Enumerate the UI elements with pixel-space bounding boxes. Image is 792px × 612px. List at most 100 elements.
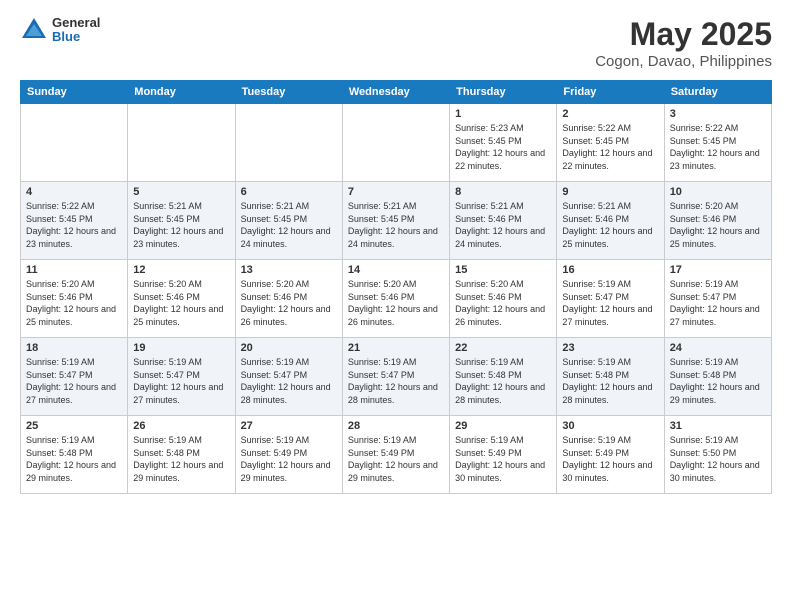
- table-row: 30Sunrise: 5:19 AM Sunset: 5:49 PM Dayli…: [557, 416, 664, 494]
- table-row: 15Sunrise: 5:20 AM Sunset: 5:46 PM Dayli…: [450, 260, 557, 338]
- day-info: Sunrise: 5:19 AM Sunset: 5:48 PM Dayligh…: [133, 434, 229, 484]
- table-row: 26 Sunrise: 5:19 AM Sunset: 5:48 PM Dayli…: [128, 416, 235, 494]
- day-info: Sunrise: 5:23 AM Sunset: 5:45 PM Dayligh…: [455, 122, 551, 172]
- day-number: 25: [26, 420, 122, 432]
- day-number: 11: [26, 264, 122, 276]
- table-row: 29Sunrise: 5:19 AM Sunset: 5:49 PM Dayli…: [450, 416, 557, 494]
- day-info: Sunrise: 5:19 AM Sunset: 5:49 PM Dayligh…: [241, 434, 337, 484]
- logo-text: General Blue: [52, 16, 100, 45]
- table-row: 1 Sunrise: 5:23 AM Sunset: 5:45 PM Daylig…: [450, 104, 557, 182]
- day-number: 18: [26, 342, 122, 354]
- day-number: 15: [455, 264, 551, 276]
- day-number: 4: [26, 186, 122, 198]
- day-info: Sunrise: 5:19 AM Sunset: 5:47 PM Dayligh…: [241, 356, 337, 406]
- table-row: 21 Sunrise: 5:19 AM Sunset: 5:47 PM Dayli…: [342, 338, 449, 416]
- table-row: 6 Sunrise: 5:21 AM Sunset: 5:45 PM Daylig…: [235, 182, 342, 260]
- col-sunday: Sunday: [21, 81, 128, 104]
- day-info: Sunrise: 5:19 AM Sunset: 5:47 PM Dayligh…: [348, 356, 444, 406]
- day-info: Sunrise: 5:21 AM Sunset: 5:46 PM Dayligh…: [455, 200, 551, 250]
- day-info: Sunrise: 5:19 AM Sunset: 5:48 PM Dayligh…: [562, 356, 658, 406]
- day-number: 1: [455, 108, 551, 120]
- day-info: Sunrise: 5:21 AM Sunset: 5:45 PM Dayligh…: [241, 200, 337, 250]
- day-number: 29: [455, 420, 551, 432]
- day-info: Sunrise: 5:19 AM Sunset: 5:48 PM Dayligh…: [670, 356, 766, 406]
- day-number: 13: [241, 264, 337, 276]
- day-info: Sunrise: 5:19 AM Sunset: 5:49 PM Dayligh…: [562, 434, 658, 484]
- calendar-week-1: 1 Sunrise: 5:23 AM Sunset: 5:45 PM Daylig…: [21, 104, 772, 182]
- table-row: 9 Sunrise: 5:21 AM Sunset: 5:46 PM Daylig…: [557, 182, 664, 260]
- day-info: Sunrise: 5:19 AM Sunset: 5:47 PM Dayligh…: [26, 356, 122, 406]
- table-row: 18 Sunrise: 5:19 AM Sunset: 5:47 PM Dayli…: [21, 338, 128, 416]
- main-title: May 2025: [595, 16, 772, 53]
- table-row: [21, 104, 128, 182]
- day-number: 5: [133, 186, 229, 198]
- day-number: 6: [241, 186, 337, 198]
- day-number: 10: [670, 186, 766, 198]
- table-row: 24 Sunrise: 5:19 AM Sunset: 5:48 PM Dayli…: [664, 338, 771, 416]
- table-row: 5 Sunrise: 5:21 AM Sunset: 5:45 PM Daylig…: [128, 182, 235, 260]
- table-row: 19 Sunrise: 5:19 AM Sunset: 5:47 PM Dayli…: [128, 338, 235, 416]
- table-row: 11 Sunrise: 5:20 AM Sunset: 5:46 PM Dayli…: [21, 260, 128, 338]
- table-row: 14Sunrise: 5:20 AM Sunset: 5:46 PM Dayli…: [342, 260, 449, 338]
- table-row: [342, 104, 449, 182]
- day-info: Sunrise: 5:20 AM Sunset: 5:46 PM Dayligh…: [26, 278, 122, 328]
- day-info: Sunrise: 5:21 AM Sunset: 5:45 PM Dayligh…: [348, 200, 444, 250]
- table-row: 31Sunrise: 5:19 AM Sunset: 5:50 PM Dayli…: [664, 416, 771, 494]
- page: General Blue May 2025 Cogon, Davao, Phil…: [0, 0, 792, 612]
- calendar-week-3: 11 Sunrise: 5:20 AM Sunset: 5:46 PM Dayli…: [21, 260, 772, 338]
- day-number: 9: [562, 186, 658, 198]
- day-number: 7: [348, 186, 444, 198]
- day-number: 2: [562, 108, 658, 120]
- day-number: 26: [133, 420, 229, 432]
- table-row: 25 Sunrise: 5:19 AM Sunset: 5:48 PM Dayli…: [21, 416, 128, 494]
- day-number: 19: [133, 342, 229, 354]
- table-row: 3 Sunrise: 5:22 AM Sunset: 5:45 PM Daylig…: [664, 104, 771, 182]
- day-info: Sunrise: 5:22 AM Sunset: 5:45 PM Dayligh…: [562, 122, 658, 172]
- logo: General Blue: [20, 16, 100, 45]
- table-row: 17Sunrise: 5:19 AM Sunset: 5:47 PM Dayli…: [664, 260, 771, 338]
- table-row: 20 Sunrise: 5:19 AM Sunset: 5:47 PM Dayli…: [235, 338, 342, 416]
- day-info: Sunrise: 5:22 AM Sunset: 5:45 PM Dayligh…: [26, 200, 122, 250]
- logo-icon: [20, 16, 48, 44]
- day-number: 23: [562, 342, 658, 354]
- table-row: [128, 104, 235, 182]
- table-row: 7 Sunrise: 5:21 AM Sunset: 5:45 PM Daylig…: [342, 182, 449, 260]
- calendar-week-4: 18 Sunrise: 5:19 AM Sunset: 5:47 PM Dayli…: [21, 338, 772, 416]
- col-friday: Friday: [557, 81, 664, 104]
- day-number: 8: [455, 186, 551, 198]
- table-row: 10 Sunrise: 5:20 AM Sunset: 5:46 PM Dayli…: [664, 182, 771, 260]
- day-info: Sunrise: 5:20 AM Sunset: 5:46 PM Dayligh…: [133, 278, 229, 328]
- day-number: 31: [670, 420, 766, 432]
- col-thursday: Thursday: [450, 81, 557, 104]
- table-row: 4 Sunrise: 5:22 AM Sunset: 5:45 PM Daylig…: [21, 182, 128, 260]
- day-number: 24: [670, 342, 766, 354]
- day-info: Sunrise: 5:21 AM Sunset: 5:45 PM Dayligh…: [133, 200, 229, 250]
- col-wednesday: Wednesday: [342, 81, 449, 104]
- day-number: 14: [348, 264, 444, 276]
- table-row: 27Sunrise: 5:19 AM Sunset: 5:49 PM Dayli…: [235, 416, 342, 494]
- day-number: 3: [670, 108, 766, 120]
- day-info: Sunrise: 5:21 AM Sunset: 5:46 PM Dayligh…: [562, 200, 658, 250]
- day-number: 16: [562, 264, 658, 276]
- day-info: Sunrise: 5:19 AM Sunset: 5:48 PM Dayligh…: [26, 434, 122, 484]
- table-row: [235, 104, 342, 182]
- calendar-header-row: Sunday Monday Tuesday Wednesday Thursday…: [21, 81, 772, 104]
- subtitle: Cogon, Davao, Philippines: [595, 53, 772, 70]
- day-number: 21: [348, 342, 444, 354]
- day-info: Sunrise: 5:20 AM Sunset: 5:46 PM Dayligh…: [670, 200, 766, 250]
- day-info: Sunrise: 5:19 AM Sunset: 5:47 PM Dayligh…: [133, 356, 229, 406]
- day-number: 20: [241, 342, 337, 354]
- calendar-week-5: 25 Sunrise: 5:19 AM Sunset: 5:48 PM Dayli…: [21, 416, 772, 494]
- table-row: 2 Sunrise: 5:22 AM Sunset: 5:45 PM Daylig…: [557, 104, 664, 182]
- day-info: Sunrise: 5:19 AM Sunset: 5:49 PM Dayligh…: [348, 434, 444, 484]
- title-section: May 2025 Cogon, Davao, Philippines: [595, 16, 772, 70]
- calendar-table: Sunday Monday Tuesday Wednesday Thursday…: [20, 80, 772, 494]
- table-row: 12Sunrise: 5:20 AM Sunset: 5:46 PM Dayli…: [128, 260, 235, 338]
- col-saturday: Saturday: [664, 81, 771, 104]
- table-row: 16 Sunrise: 5:19 AM Sunset: 5:47 PM Dayli…: [557, 260, 664, 338]
- calendar-week-2: 4 Sunrise: 5:22 AM Sunset: 5:45 PM Daylig…: [21, 182, 772, 260]
- col-monday: Monday: [128, 81, 235, 104]
- table-row: 23 Sunrise: 5:19 AM Sunset: 5:48 PM Dayli…: [557, 338, 664, 416]
- day-info: Sunrise: 5:22 AM Sunset: 5:45 PM Dayligh…: [670, 122, 766, 172]
- day-info: Sunrise: 5:19 AM Sunset: 5:47 PM Dayligh…: [562, 278, 658, 328]
